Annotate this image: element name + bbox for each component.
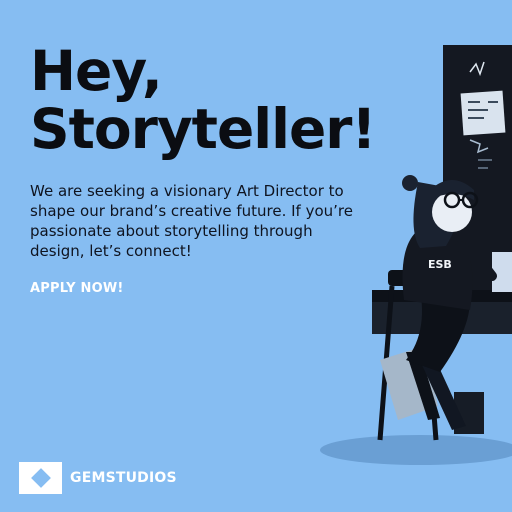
apply-now-link[interactable]: APPLY NOW! — [30, 281, 124, 296]
shirt-print: ESB — [428, 258, 452, 271]
designer-illustration: ESB — [320, 45, 512, 465]
floor-shadow — [320, 435, 512, 465]
logo-wordmark: GEMSTUDIOS — [70, 470, 177, 486]
diamond-icon — [30, 468, 51, 488]
brand-logo: GEMSTUDIOS — [19, 462, 177, 494]
logo-mark — [19, 462, 62, 494]
